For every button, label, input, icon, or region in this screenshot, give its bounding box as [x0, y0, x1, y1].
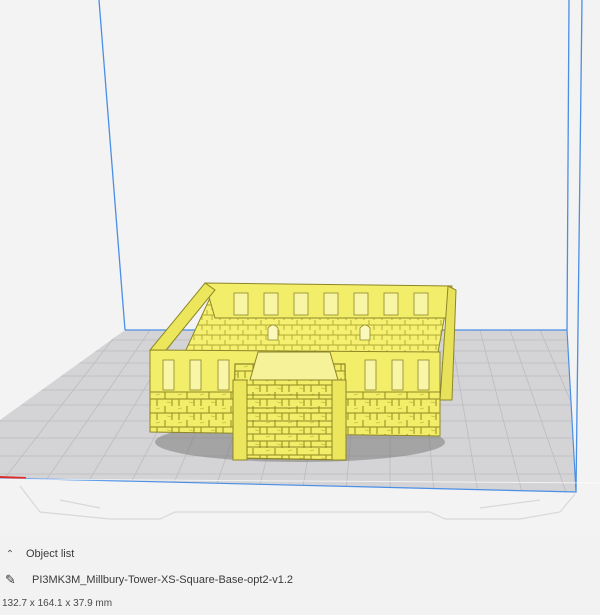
object-list-header[interactable]: ⌃ Object list [4, 546, 75, 562]
chevron-up-icon[interactable]: ⌃ [4, 549, 16, 560]
dimensions-text: 132.7 x 164.1 x 37.9 mm [2, 597, 113, 609]
object-dimensions: 132.7 x 164.1 x 37.9 mm [2, 596, 112, 610]
pencil-icon[interactable]: ✎ [5, 572, 19, 588]
printer-base [19, 485, 576, 520]
object-name: PI3MK3M_Millbury-Tower-XS-Square-Base-op… [32, 574, 294, 586]
object-list-title: Object list [26, 548, 75, 560]
object-list-panel: ⌃ Object list ✎ PI3MK3M_Millbury-Tower-X… [0, 538, 600, 615]
object-list-item[interactable]: ✎ PI3MK3M_Millbury-Tower-XS-Square-Base-… [5, 571, 293, 589]
3d-viewport[interactable] [0, 0, 600, 535]
